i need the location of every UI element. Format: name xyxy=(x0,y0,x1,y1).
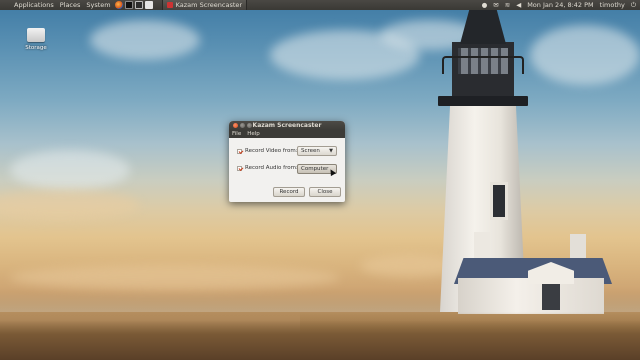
lighthouse-rail xyxy=(442,56,524,74)
audio-label: Record Audio from: xyxy=(245,165,298,171)
clock[interactable]: Mon Jan 24, 8:42 PM xyxy=(527,1,593,9)
cloud xyxy=(0,190,140,220)
user-name[interactable]: timothy xyxy=(600,1,625,9)
chimney xyxy=(570,234,586,262)
kazam-task-icon xyxy=(166,2,173,8)
record-button[interactable]: Record xyxy=(273,187,305,197)
lighthouse-cap xyxy=(460,10,506,44)
volume-icon[interactable]: ◀ xyxy=(516,1,521,9)
top-panel: Applications Places System Kazam Screenc… xyxy=(0,0,640,10)
desktop-icon-storage[interactable]: Storage xyxy=(20,28,52,51)
taskbar-item-kazam[interactable]: Kazam Screencaster xyxy=(161,0,248,10)
lighthouse-gallery xyxy=(438,96,528,106)
chimney xyxy=(474,232,490,262)
menu-file[interactable]: File xyxy=(229,131,244,137)
video-source-value: Screen xyxy=(301,148,320,154)
desktop-icon-label: Storage xyxy=(25,45,47,51)
system-monitor-icon[interactable] xyxy=(134,1,143,9)
grass-field xyxy=(0,320,640,360)
window-title: Kazam Screencaster xyxy=(252,122,322,129)
user-icon[interactable]: ● xyxy=(482,1,488,9)
audio-source-value: Computer xyxy=(301,166,329,172)
audio-checkbox[interactable] xyxy=(237,165,242,171)
lighthouse-window xyxy=(490,182,508,220)
audio-row: Record Audio from: xyxy=(237,165,298,171)
cloud xyxy=(10,265,340,290)
video-label: Record Video from: xyxy=(245,148,298,154)
terminal-icon[interactable] xyxy=(124,1,133,9)
menu-system[interactable]: System xyxy=(83,1,113,9)
video-source-select[interactable]: Screen ▼ xyxy=(297,146,337,156)
window-content: Record Video from: Screen ▼ Record Audio… xyxy=(229,138,345,202)
house-door xyxy=(542,284,560,310)
cloud xyxy=(530,25,640,85)
cloud xyxy=(10,150,130,190)
video-checkbox[interactable] xyxy=(237,148,242,154)
window-titlebar[interactable]: Kazam Screencaster xyxy=(229,121,345,130)
menu-places[interactable]: Places xyxy=(57,1,84,9)
drive-icon xyxy=(27,28,45,42)
menu-help[interactable]: Help xyxy=(244,131,263,137)
cloud xyxy=(90,20,200,60)
video-row: Record Video from: xyxy=(237,148,298,154)
firefox-icon[interactable] xyxy=(114,1,123,9)
kazam-window: Kazam Screencaster File Help Record Vide… xyxy=(229,121,345,202)
kazam-icon[interactable] xyxy=(144,1,153,9)
taskbar-item-label: Kazam Screencaster xyxy=(175,1,243,9)
window-menubar: File Help xyxy=(229,130,345,138)
system-tray: ● ✉ ≋ ◀ Mon Jan 24, 8:42 PM timothy ⏻ xyxy=(479,1,640,10)
close-button[interactable]: Close xyxy=(309,187,341,197)
envelope-icon[interactable]: ✉ xyxy=(493,1,498,9)
chevron-down-icon: ▼ xyxy=(329,148,333,154)
menu-applications[interactable]: Applications xyxy=(0,1,57,9)
power-icon[interactable]: ⏻ xyxy=(631,1,636,10)
wifi-icon[interactable]: ≋ xyxy=(505,1,510,9)
